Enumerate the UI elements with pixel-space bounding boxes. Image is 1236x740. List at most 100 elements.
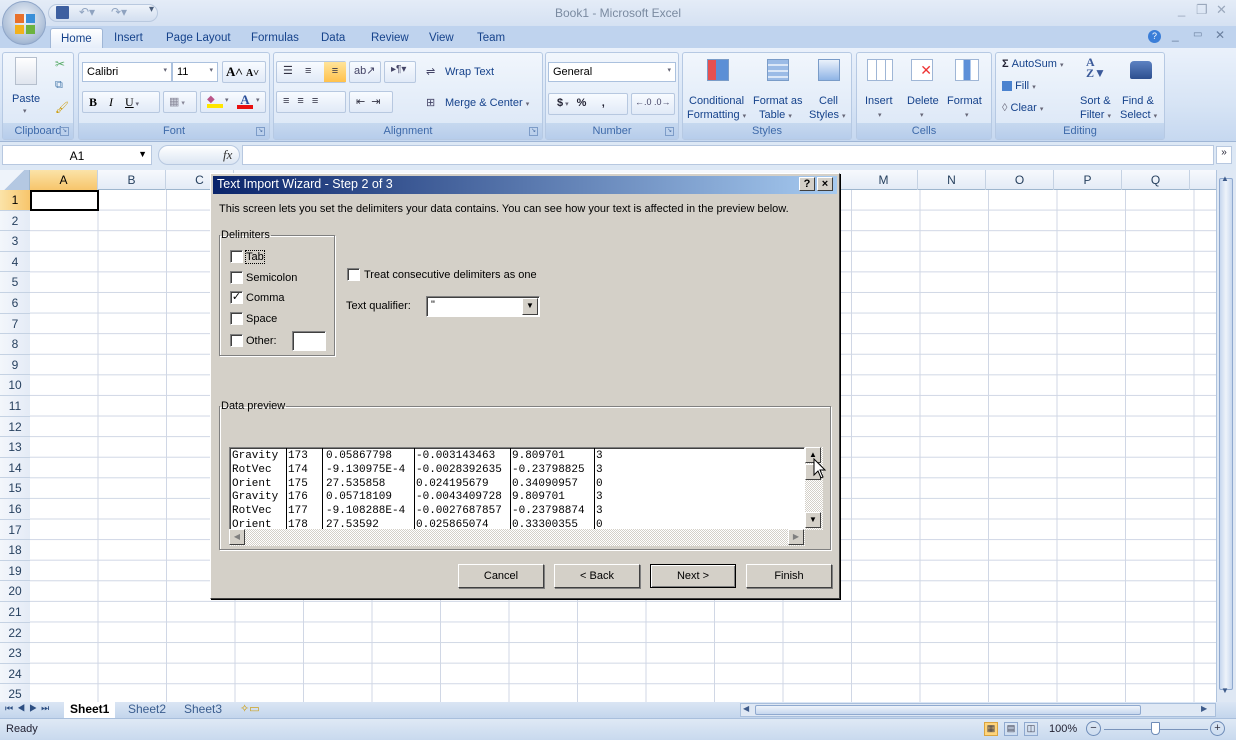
close-icon[interactable]: ✕ bbox=[1216, 2, 1227, 18]
tab-page-layout[interactable]: Page Layout bbox=[156, 28, 241, 48]
comma-button[interactable]: , bbox=[602, 97, 605, 109]
name-box-dropdown-icon[interactable]: ▼ bbox=[138, 149, 147, 159]
middle-align-icon[interactable]: ≡ bbox=[305, 65, 311, 77]
help-icon[interactable]: ? bbox=[1148, 30, 1161, 43]
format-cells-button[interactable]: Format ▾ bbox=[945, 57, 989, 121]
sheet-nav-buttons[interactable]: ⏮◀▶⏭ bbox=[5, 703, 53, 714]
number-format-combo[interactable]: General ▾ bbox=[548, 62, 676, 82]
copy-icon[interactable]: ⧉ bbox=[55, 79, 63, 92]
alignment-launcher-icon[interactable]: ↘ bbox=[529, 127, 538, 136]
tab-home[interactable]: Home bbox=[50, 28, 103, 48]
preview-column-separator[interactable] bbox=[510, 448, 511, 529]
shrink-font-icon[interactable]: A˅ bbox=[246, 68, 259, 79]
row-header-2[interactable]: 2 bbox=[0, 210, 30, 232]
office-button[interactable] bbox=[2, 1, 46, 45]
preview-column-separator[interactable] bbox=[286, 448, 287, 529]
name-box[interactable]: A1 ▼ bbox=[2, 145, 152, 165]
preview-column-separator[interactable] bbox=[322, 448, 323, 529]
paste-dropdown-icon[interactable]: ▾ bbox=[23, 107, 27, 115]
vertical-scrollbar[interactable]: ▲ ▼ bbox=[1216, 170, 1236, 702]
workbook-minimize-icon[interactable]: _ bbox=[1172, 28, 1179, 42]
row-header-23[interactable]: 23 bbox=[0, 643, 30, 664]
consecutive-delimiters-checkbox[interactable] bbox=[347, 268, 360, 281]
wrap-text-button[interactable]: Wrap Text bbox=[445, 66, 494, 78]
underline-button[interactable]: U bbox=[125, 95, 134, 109]
increase-decimal-icon[interactable]: ←.0 bbox=[635, 97, 652, 107]
find-select-button[interactable]: Find & Select ▾ bbox=[1120, 57, 1164, 121]
font-name-combo[interactable]: Calibri ▾ bbox=[82, 62, 172, 82]
row-header-1[interactable]: 1 bbox=[0, 190, 30, 211]
row-header-12[interactable]: 12 bbox=[0, 416, 30, 438]
increase-indent-icon[interactable]: ⇥ bbox=[371, 96, 386, 108]
number-launcher-icon[interactable]: ↘ bbox=[665, 127, 674, 136]
tab-label[interactable]: Tab bbox=[245, 250, 265, 264]
sort-filter-button[interactable]: A Z▼ Sort & Filter ▾ bbox=[1076, 56, 1118, 121]
save-icon[interactable] bbox=[56, 6, 69, 19]
back-button[interactable]: < Back bbox=[554, 564, 640, 588]
zoom-out-icon[interactable]: − bbox=[1086, 721, 1101, 736]
redo-icon[interactable]: ↷▾ bbox=[111, 5, 127, 19]
zoom-in-icon[interactable]: + bbox=[1210, 721, 1225, 736]
format-painter-icon[interactable]: 🖌 bbox=[55, 101, 69, 114]
row-header-16[interactable]: 16 bbox=[0, 499, 30, 520]
tab-review[interactable]: Review bbox=[361, 28, 419, 48]
orientation-button[interactable]: ab↗ bbox=[349, 61, 381, 83]
undo-icon[interactable]: ↶▾ bbox=[79, 5, 95, 19]
row-header-7[interactable]: 7 bbox=[0, 313, 30, 335]
row-header-15[interactable]: 15 bbox=[0, 478, 30, 499]
font-size-combo[interactable]: 11 ▾ bbox=[172, 62, 218, 82]
other-label[interactable]: Other: bbox=[246, 335, 277, 347]
sheet-tab-sheet3[interactable]: Sheet3 bbox=[178, 702, 228, 718]
row-header-10[interactable]: 10 bbox=[0, 375, 30, 396]
decrease-decimal-icon[interactable]: .0→ bbox=[654, 97, 671, 107]
row-header-18[interactable]: 18 bbox=[0, 540, 30, 561]
workbook-restore-icon[interactable]: ▭ bbox=[1193, 29, 1202, 40]
row-header-20[interactable]: 20 bbox=[0, 581, 30, 602]
column-header-p[interactable]: P bbox=[1054, 170, 1122, 190]
scroll-up-icon[interactable]: ▲ bbox=[1221, 174, 1229, 183]
decrease-indent-icon[interactable]: ⇤ bbox=[356, 96, 371, 108]
preview-scroll-right-icon[interactable]: ▶ bbox=[788, 529, 804, 545]
scroll-left-icon[interactable]: ◀ bbox=[743, 704, 749, 713]
dialog-help-button[interactable]: ? bbox=[799, 177, 815, 191]
align-center-icon[interactable]: ≡ bbox=[297, 95, 311, 107]
row-header-19[interactable]: 19 bbox=[0, 560, 30, 582]
fill-button[interactable]: Fill ▾ bbox=[1002, 80, 1036, 92]
row-header-17[interactable]: 17 bbox=[0, 519, 30, 541]
tab-insert[interactable]: Insert bbox=[104, 28, 153, 48]
paste-button[interactable]: Paste bbox=[12, 93, 40, 105]
bottom-align-icon[interactable]: ≡ bbox=[324, 62, 346, 82]
tab-view[interactable]: View bbox=[419, 28, 464, 48]
paste-icon[interactable] bbox=[15, 57, 37, 85]
borders-button[interactable]: ▦ ▾ bbox=[163, 91, 197, 113]
cut-icon[interactable]: ✂ bbox=[55, 57, 65, 71]
grow-shrink-font-buttons[interactable]: A˄ A˅ bbox=[222, 61, 266, 83]
fill-color-icon[interactable]: ◆ bbox=[207, 94, 223, 108]
conditional-formatting-button[interactable]: Conditional Formatting ▾ bbox=[687, 57, 749, 121]
page-break-view-icon[interactable]: ◫ bbox=[1024, 722, 1038, 736]
percent-button[interactable]: % bbox=[577, 97, 587, 109]
clipboard-launcher-icon[interactable]: ↘ bbox=[60, 127, 69, 136]
align-left-icon[interactable]: ≡ bbox=[283, 95, 297, 107]
customize-qat-icon[interactable]: ▾ bbox=[149, 4, 154, 15]
horizontal-scroll-thumb[interactable] bbox=[755, 705, 1141, 715]
column-header-q[interactable]: Q bbox=[1122, 170, 1190, 190]
sheet-tab-sheet2[interactable]: Sheet2 bbox=[122, 702, 172, 718]
sheet-tab-sheet1[interactable]: Sheet1 bbox=[64, 702, 116, 718]
other-delimiter-input[interactable] bbox=[292, 331, 326, 351]
preview-scroll-down-icon[interactable]: ▼ bbox=[805, 512, 821, 528]
column-header-m[interactable]: M bbox=[850, 170, 918, 190]
consecutive-delimiters-label[interactable]: Treat consecutive delimiters as one bbox=[364, 269, 537, 281]
comma-checkbox[interactable]: ✓ bbox=[230, 291, 243, 304]
bold-button[interactable]: B bbox=[89, 95, 97, 109]
tab-team[interactable]: Team bbox=[467, 28, 515, 48]
minimize-icon[interactable]: _ bbox=[1178, 2, 1185, 17]
font-color-icon[interactable]: A bbox=[237, 92, 253, 109]
preview-column-separator[interactable] bbox=[594, 448, 595, 529]
grow-font-icon[interactable]: A˄ bbox=[226, 64, 243, 79]
data-preview-table[interactable]: Gravity 173 0.05867798 -0.003143463 9.809701… bbox=[229, 447, 805, 530]
preview-column-separator[interactable] bbox=[414, 448, 415, 529]
row-header-5[interactable]: 5 bbox=[0, 272, 30, 293]
horizontal-scrollbar[interactable]: ◀ ▶ bbox=[740, 703, 1216, 717]
cancel-button[interactable]: Cancel bbox=[458, 564, 544, 588]
